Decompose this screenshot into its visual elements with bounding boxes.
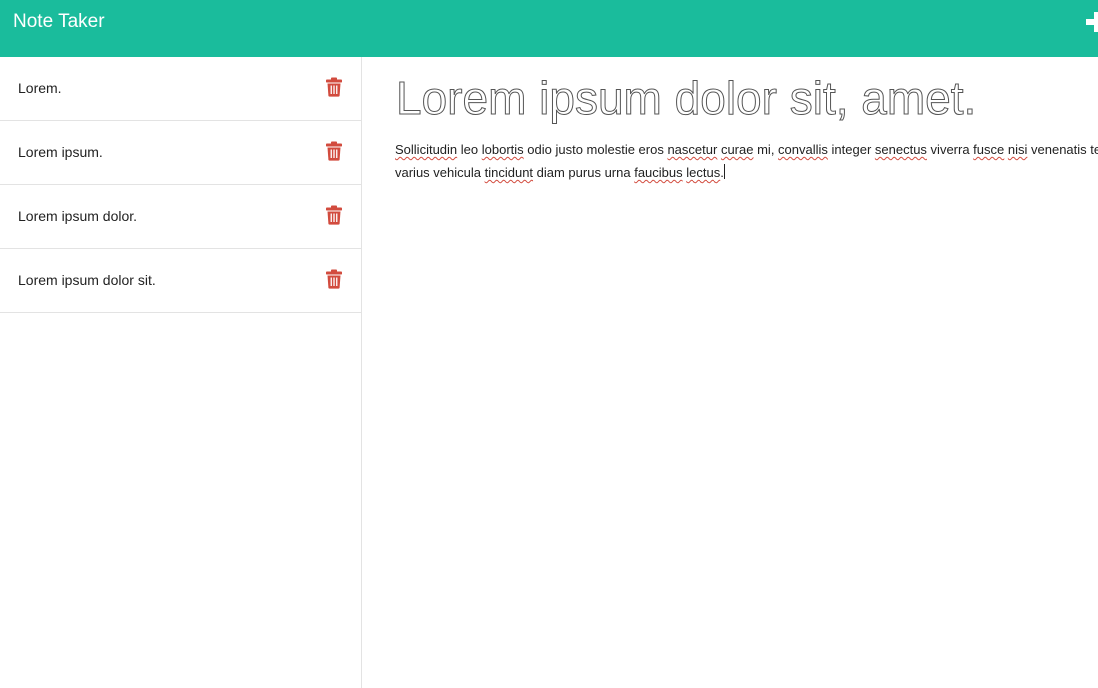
note-title[interactable]: Lorem ipsum dolor sit. xyxy=(18,271,156,289)
note-list-item[interactable]: Lorem ipsum dolor. xyxy=(0,185,361,249)
trash-icon xyxy=(326,205,342,225)
misspelled-word: lobortis xyxy=(481,142,524,157)
note-editor: Lorem ipsum dolor sit, amet. Sollicitudi… xyxy=(362,57,1098,688)
trash-icon xyxy=(326,141,342,161)
text-segment: leo xyxy=(457,142,482,157)
delete-note-button[interactable] xyxy=(325,77,343,97)
delete-note-button[interactable] xyxy=(325,141,343,161)
delete-note-button[interactable] xyxy=(325,205,343,225)
note-list-item[interactable]: Lorem ipsum. xyxy=(0,121,361,185)
app-title[interactable]: Note Taker xyxy=(13,10,105,34)
text-segment: odio justo molestie eros xyxy=(523,142,668,157)
text-cursor xyxy=(723,164,725,179)
misspelled-word: faucibus xyxy=(634,165,683,180)
trash-icon xyxy=(326,77,342,97)
text-segment: diam purus urna xyxy=(533,165,635,180)
misspelled-word: Sollicitudin xyxy=(395,142,458,157)
note-title[interactable]: Lorem ipsum. xyxy=(18,143,103,161)
text-segment: mi, xyxy=(753,142,779,157)
delete-note-button[interactable] xyxy=(325,269,343,289)
plus-icon xyxy=(1086,12,1098,32)
note-list: Lorem. Lorem ipsum. Lorem ipsum dolor. L… xyxy=(0,57,361,313)
text-segment: integer xyxy=(827,142,875,157)
note-title-input[interactable]: Lorem ipsum dolor sit, amet. xyxy=(396,71,1098,125)
note-title[interactable]: Lorem ipsum dolor. xyxy=(18,207,137,225)
note-list-item[interactable]: Lorem ipsum dolor sit. xyxy=(0,249,361,313)
misspelled-word: tincidunt xyxy=(484,165,534,180)
misspelled-word: lectus xyxy=(686,165,721,180)
misspelled-word: fusce xyxy=(973,142,1005,157)
note-list-item[interactable]: Lorem. xyxy=(0,57,361,121)
notes-sidebar: Lorem. Lorem ipsum. Lorem ipsum dolor. L… xyxy=(0,57,362,688)
misspelled-word: curae xyxy=(720,142,754,157)
trash-icon xyxy=(326,269,342,289)
new-note-button[interactable] xyxy=(1086,9,1098,35)
misspelled-word: nascetur xyxy=(667,142,718,157)
misspelled-word: senectus xyxy=(874,142,927,157)
navbar: Note Taker xyxy=(0,0,1098,57)
misspelled-word: convallis xyxy=(778,142,828,157)
misspelled-word: nisi xyxy=(1007,142,1028,157)
note-title[interactable]: Lorem. xyxy=(18,79,62,97)
text-segment: viverra xyxy=(926,142,974,157)
note-text-area[interactable]: Sollicitudin leo lobortis odio justo mol… xyxy=(395,138,1098,184)
